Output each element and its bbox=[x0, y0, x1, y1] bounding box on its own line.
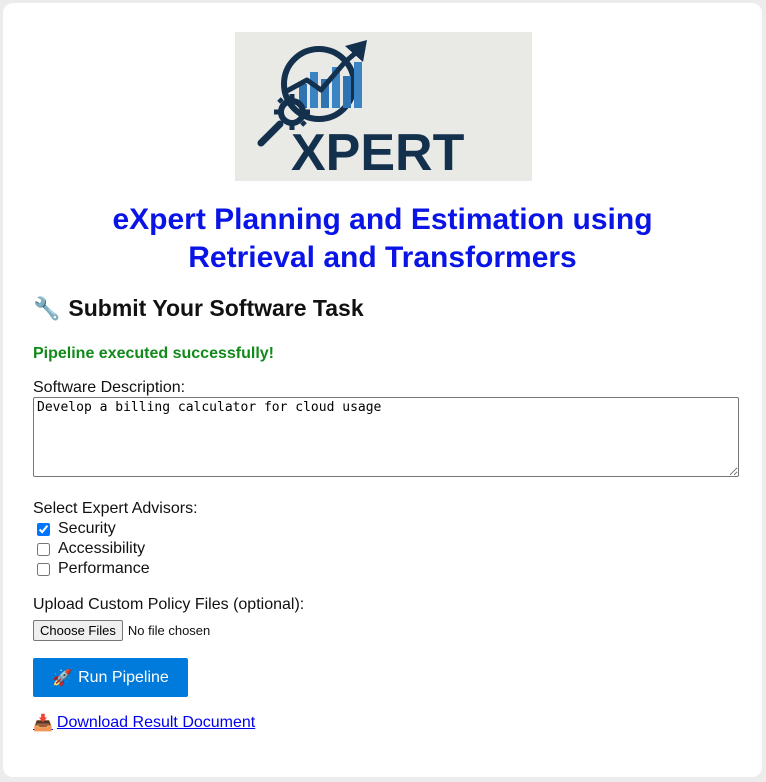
inbox-tray-icon: 📥 bbox=[33, 715, 53, 732]
section-heading: 🔧 Submit Your Software Task bbox=[33, 295, 364, 322]
wrench-icon: 🔧 bbox=[33, 295, 61, 321]
advisor-security-row[interactable]: Security bbox=[33, 520, 116, 538]
file-input[interactable]: Choose Files No file chosen bbox=[33, 620, 210, 641]
advisor-accessibility-checkbox[interactable] bbox=[37, 542, 50, 556]
rocket-icon: 🚀 bbox=[52, 669, 73, 687]
advisor-accessibility-row[interactable]: Accessibility bbox=[33, 540, 145, 558]
section-heading-text: Submit Your Software Task bbox=[68, 295, 364, 321]
status-message: Pipeline executed successfully! bbox=[33, 345, 274, 362]
xpert-logo: XPERT bbox=[235, 32, 532, 181]
xpert-logo-graphic: XPERT bbox=[257, 40, 465, 181]
advisor-security-checkbox[interactable] bbox=[37, 522, 50, 536]
page-title-line2: Retrieval and Transformers bbox=[188, 241, 577, 274]
page-title-line1: eXpert Planning and Estimation using bbox=[112, 203, 653, 236]
file-status: No file chosen bbox=[127, 623, 211, 638]
advisors-label: Select Expert Advisors: bbox=[33, 500, 198, 517]
advisor-performance-label: Performance bbox=[58, 560, 150, 577]
advisor-performance-row[interactable]: Performance bbox=[33, 560, 150, 578]
advisor-accessibility-label: Accessibility bbox=[58, 540, 146, 557]
choose-files-button[interactable]: Choose Files bbox=[33, 620, 123, 641]
main-card: XPERT eXpert Planning and Estimation usi… bbox=[3, 3, 762, 777]
logo-wordmark: XPERT bbox=[291, 124, 465, 181]
run-pipeline-button[interactable]: 🚀 Run Pipeline bbox=[33, 658, 188, 697]
advisor-security-label: Security bbox=[58, 520, 116, 537]
description-textarea[interactable]: Develop a billing calculator for cloud u… bbox=[33, 397, 739, 477]
download-result-label: Download Result Document bbox=[56, 714, 256, 731]
download-result-link[interactable]: 📥 Download Result Document bbox=[33, 713, 255, 733]
upload-label: Upload Custom Policy Files (optional): bbox=[33, 596, 305, 613]
run-pipeline-label: Run Pipeline bbox=[78, 668, 169, 686]
page-title: eXpert Planning and Estimation using Ret… bbox=[3, 201, 762, 277]
description-label: Software Description: bbox=[33, 379, 186, 396]
advisor-performance-checkbox[interactable] bbox=[37, 562, 50, 576]
